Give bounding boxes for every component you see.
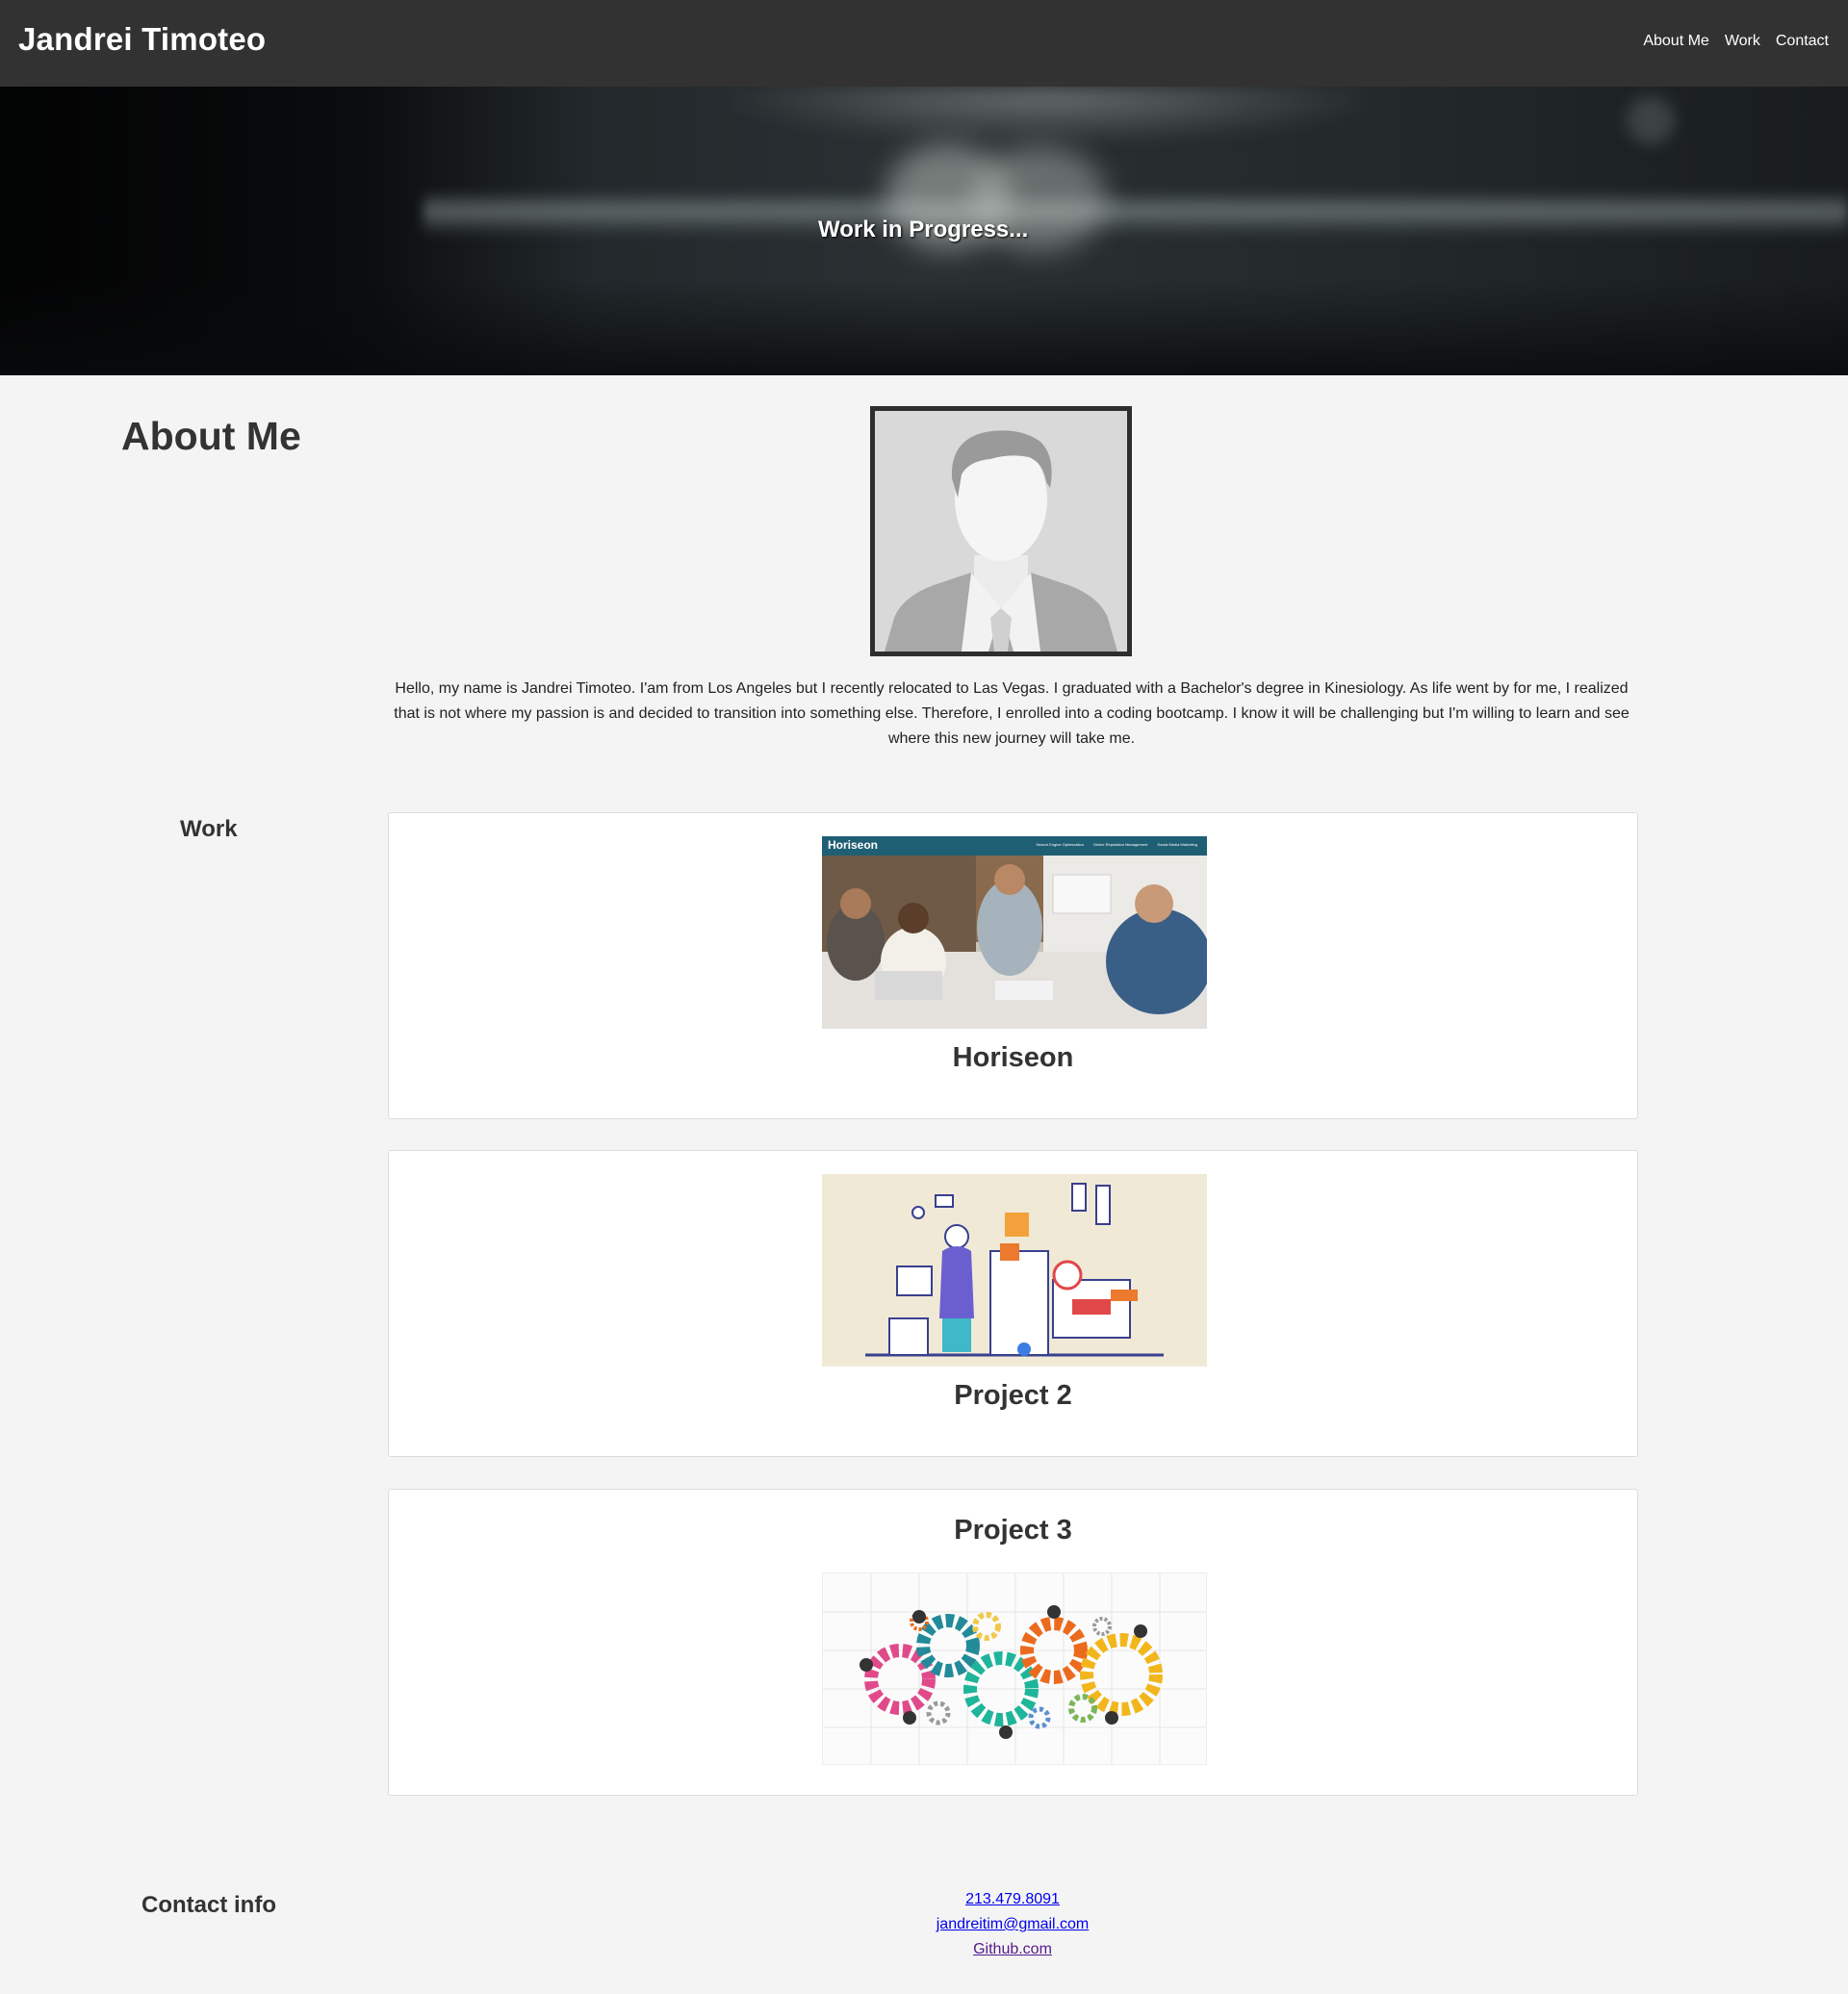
- horiseon-thumb-nav: Search Engine Optimization Online Reputa…: [1036, 842, 1197, 847]
- project-card-3[interactable]: Project 3: [388, 1489, 1638, 1796]
- horiseon-screenshot-image: [822, 836, 1207, 1029]
- main-nav: About Me Work Contact: [1643, 33, 1829, 50]
- contact-links: 213.479.8091 jandreitim@gmail.com Github…: [820, 1887, 1205, 1962]
- profile-avatar: [870, 406, 1132, 656]
- project-title-2: Project 2: [954, 1380, 1072, 1411]
- horiseon-thumb-nav-item: Search Engine Optimization: [1036, 842, 1084, 847]
- project3-gears-illustration: [823, 1573, 1206, 1764]
- project-card-horiseon[interactable]: Horiseon Search Engine Optimization Onli…: [388, 812, 1638, 1119]
- hero-text: Work in Progress...: [818, 217, 1029, 243]
- project-title-horiseon: Horiseon: [952, 1042, 1074, 1073]
- hero-banner: Work in Progress...: [0, 87, 1848, 375]
- about-bio: Hello, my name is Jandrei Timoteo. I'am …: [394, 680, 1630, 747]
- contact-github-link[interactable]: Github.com: [820, 1937, 1205, 1962]
- contact-email-link[interactable]: jandreitim@gmail.com: [820, 1912, 1205, 1937]
- work-heading: Work: [180, 816, 238, 842]
- nav-link-work[interactable]: Work: [1725, 33, 1760, 50]
- hero-background-blur: [1627, 96, 1675, 144]
- project2-office-illustration: [822, 1174, 1207, 1367]
- nav-link-about-me[interactable]: About Me: [1643, 33, 1708, 50]
- contact-phone-link[interactable]: 213.479.8091: [820, 1887, 1205, 1912]
- horiseon-thumb-nav-item: Social Media Marketing: [1157, 842, 1197, 847]
- site-header: Jandrei Timoteo About Me Work Contact: [0, 0, 1848, 87]
- hero-background-glow: [712, 87, 1386, 144]
- project-thumbnail-3[interactable]: [822, 1572, 1207, 1765]
- horiseon-thumb-nav-item: Online Reputation Management: [1092, 842, 1148, 847]
- site-title: Jandrei Timoteo: [18, 21, 267, 57]
- contact-heading: Contact info: [141, 1892, 276, 1918]
- about-heading: About Me: [121, 414, 301, 458]
- horiseon-thumb-brand: Horiseon: [828, 838, 879, 852]
- nav-link-contact[interactable]: Contact: [1776, 33, 1829, 50]
- hero-background-band: [424, 191, 1848, 237]
- hero-shadow-bottom: [0, 279, 1848, 375]
- project-thumbnail-2[interactable]: [822, 1174, 1207, 1367]
- project-title-3: Project 3: [954, 1515, 1072, 1546]
- project-card-2[interactable]: Project 2: [388, 1150, 1638, 1457]
- project-thumbnail-horiseon[interactable]: Horiseon Search Engine Optimization Onli…: [822, 836, 1207, 1029]
- avatar-placeholder-icon: [875, 411, 1127, 652]
